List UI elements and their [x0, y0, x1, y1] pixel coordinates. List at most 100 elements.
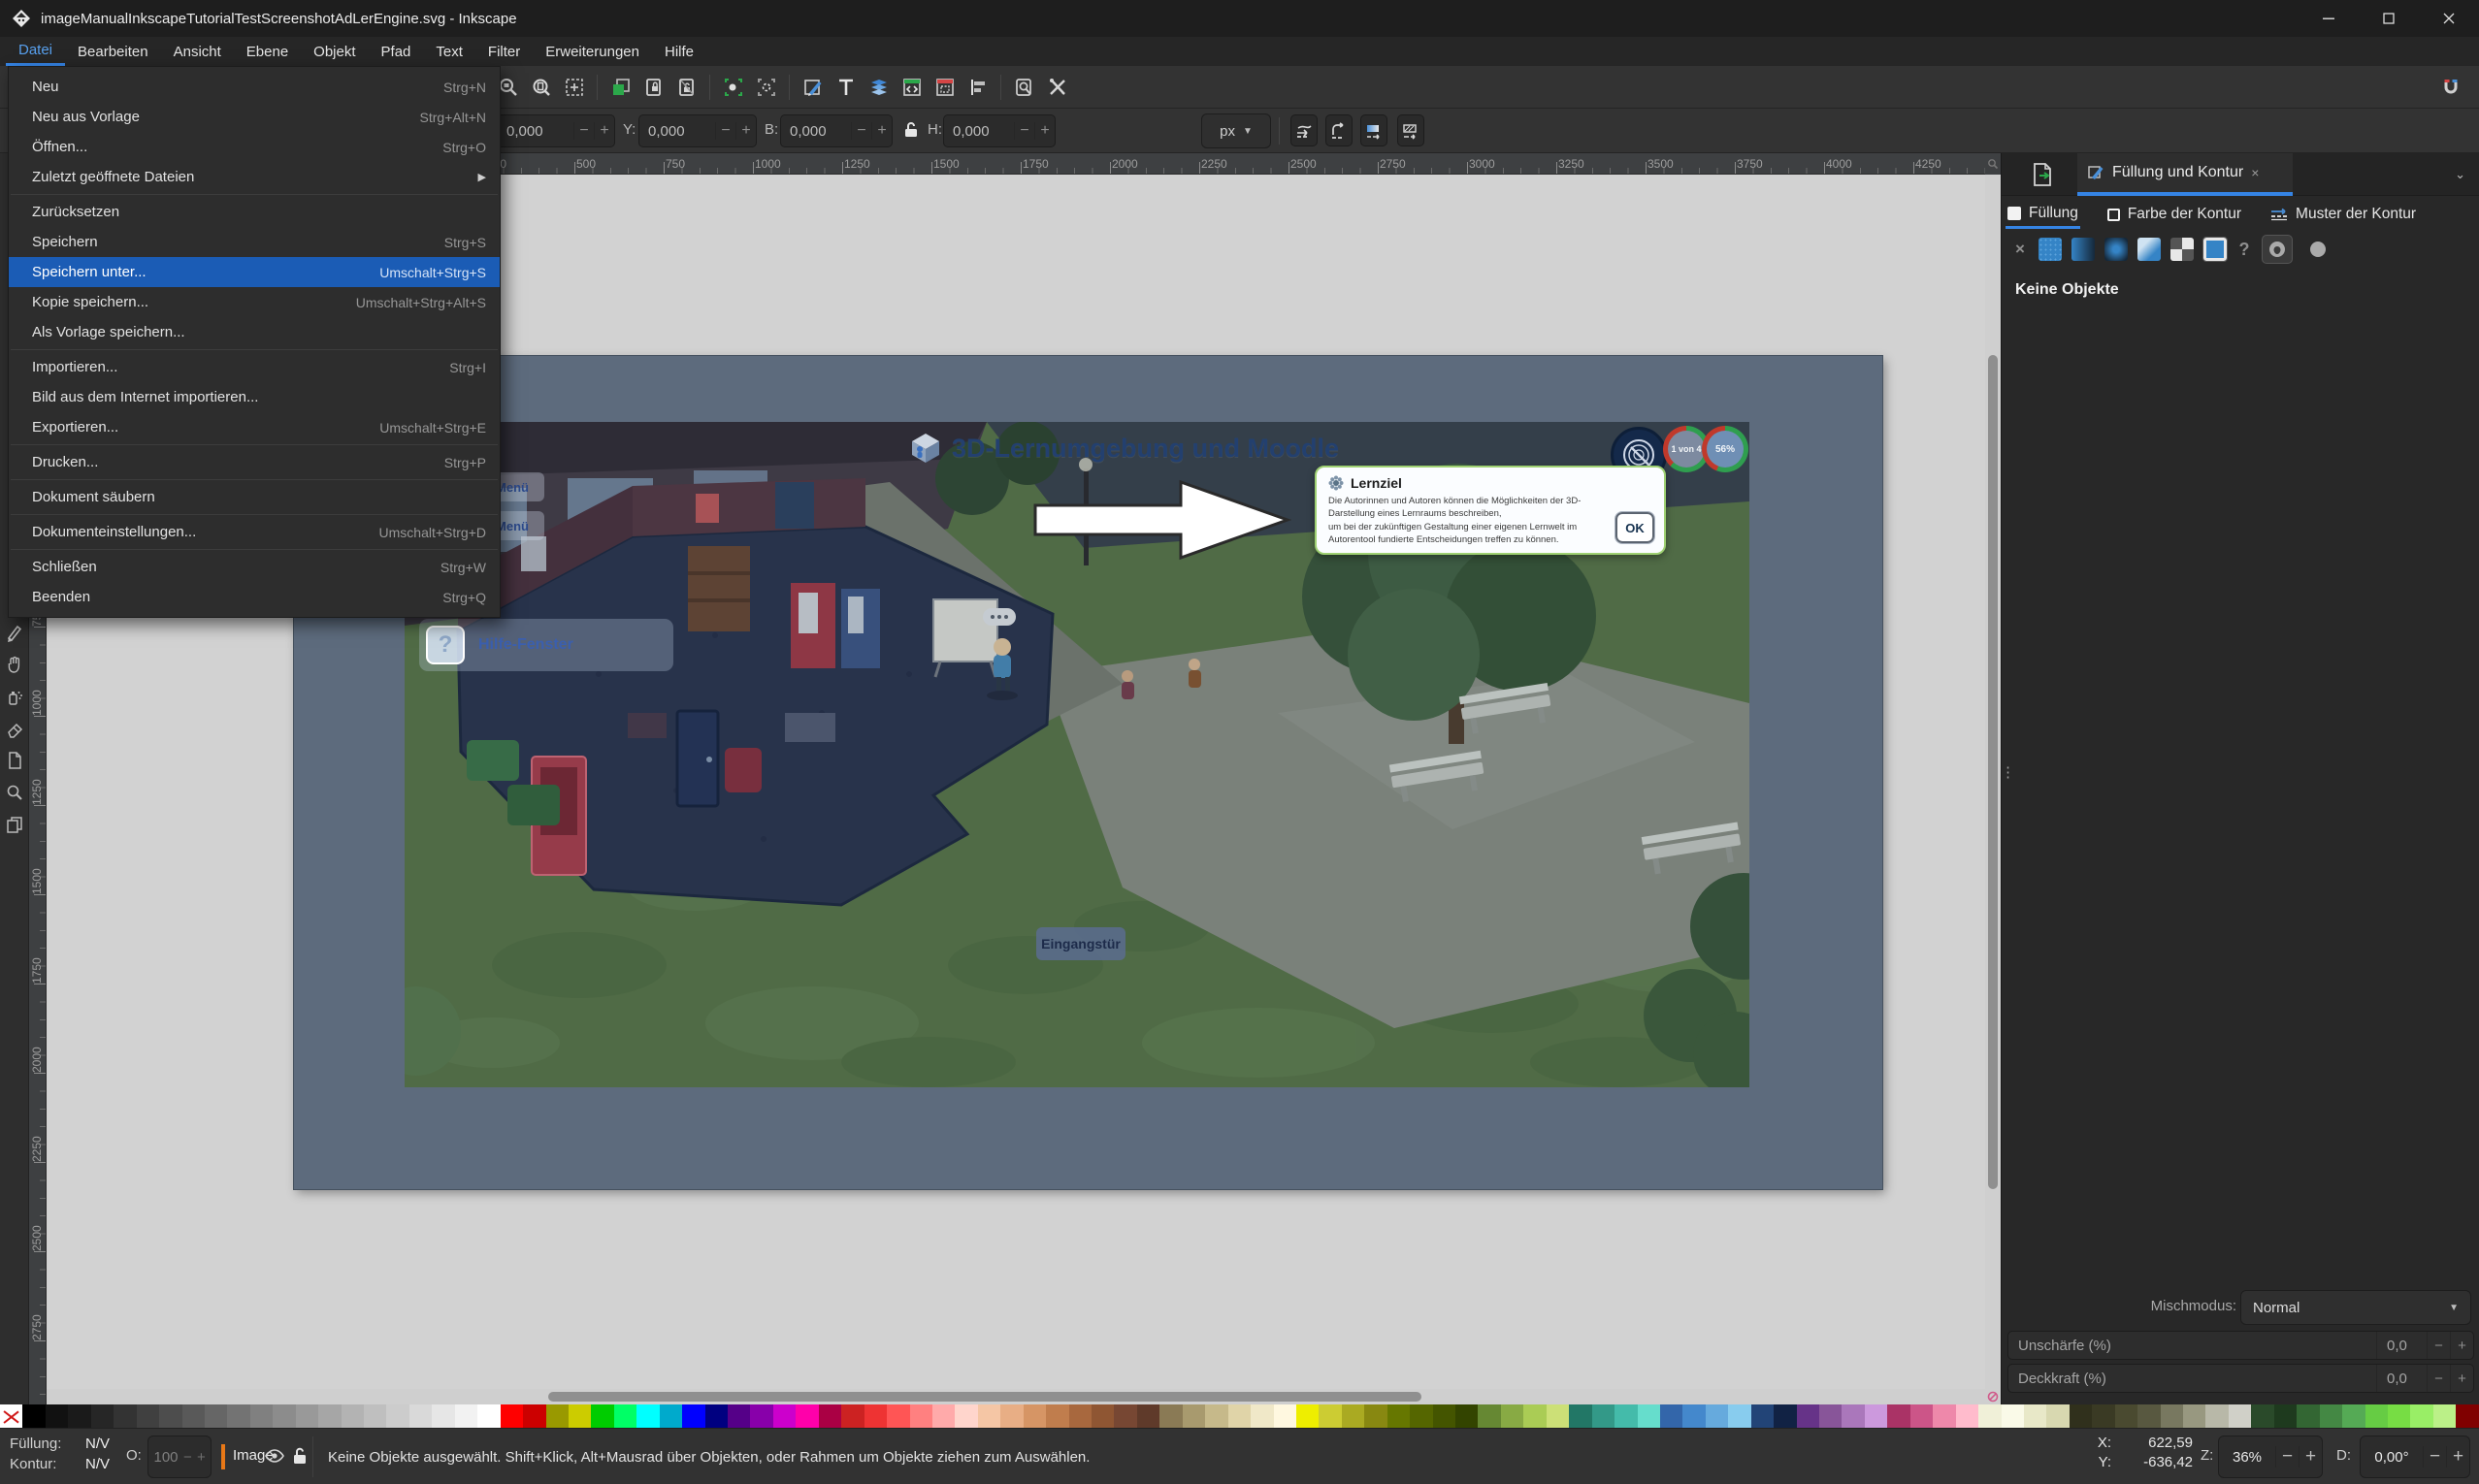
menubar-item-ebene[interactable]: Ebene — [234, 37, 301, 66]
eraser-tool-icon[interactable] — [3, 717, 26, 740]
palette-swatch[interactable] — [22, 1404, 45, 1428]
palette-swatch[interactable] — [705, 1404, 728, 1428]
layer-visibility-icon[interactable] — [264, 1445, 285, 1467]
palette-swatch[interactable] — [68, 1404, 90, 1428]
palette-swatch[interactable] — [114, 1404, 136, 1428]
palette-swatch[interactable] — [841, 1404, 864, 1428]
menubar-item-erweiterungen[interactable]: Erweiterungen — [533, 37, 652, 66]
pattern-icon[interactable] — [2137, 238, 2161, 261]
palette-swatch[interactable] — [386, 1404, 408, 1428]
palette-swatch[interactable] — [227, 1404, 249, 1428]
subtab-farbe-der-kontur[interactable]: Farbe der Kontur — [2105, 202, 2243, 227]
file-menu-item[interactable]: Drucken...Strg+P — [9, 447, 500, 477]
close-button[interactable] — [2419, 0, 2479, 37]
file-menu-item[interactable]: Kopie speichern...Umschalt+Strg+Alt+S — [9, 287, 500, 317]
palette-swatch[interactable] — [1523, 1404, 1546, 1428]
palette-swatch[interactable] — [636, 1404, 659, 1428]
file-menu-item[interactable]: Dokumenteinstellungen...Umschalt+Strg+D — [9, 517, 500, 547]
file-menu-item[interactable]: SchließenStrg+W — [9, 552, 500, 582]
palette-swatch[interactable] — [1547, 1404, 1569, 1428]
menubar-item-filter[interactable]: Filter — [475, 37, 533, 66]
palette-swatch[interactable] — [546, 1404, 569, 1428]
minimize-button[interactable] — [2299, 0, 2359, 37]
palette-swatch[interactable] — [614, 1404, 636, 1428]
palette-swatch[interactable] — [1000, 1404, 1023, 1428]
file-menu-item[interactable]: BeendenStrg+Q — [9, 582, 500, 612]
palette-swatch[interactable] — [773, 1404, 796, 1428]
palette-swatch[interactable] — [2205, 1404, 2228, 1428]
palette-swatch[interactable] — [2297, 1404, 2319, 1428]
dock-splitter-handle[interactable]: ⋮ — [2001, 770, 2015, 776]
file-menu-item[interactable]: Zuletzt geöffnete Dateien▶ — [9, 162, 500, 192]
palette-swatch[interactable] — [2251, 1404, 2273, 1428]
palette-swatch[interactable] — [1205, 1404, 1227, 1428]
subtab-muster-der-kontur[interactable]: Muster der Kontur — [2268, 202, 2418, 227]
palette-swatch[interactable] — [455, 1404, 477, 1428]
horizontal-scrollbar[interactable] — [47, 1389, 1985, 1404]
x-input[interactable]: 0,000−+ — [497, 114, 615, 147]
palette-swatch[interactable] — [1342, 1404, 1364, 1428]
zoom-page-icon[interactable] — [526, 72, 556, 103]
palette-swatch[interactable] — [364, 1404, 386, 1428]
palette-swatch[interactable] — [273, 1404, 295, 1428]
palette-swatch[interactable] — [1159, 1404, 1182, 1428]
unlink-clone-icon[interactable] — [671, 72, 701, 103]
palette-swatch[interactable] — [1751, 1404, 1774, 1428]
fill-stroke-indicator[interactable]: Füllung: N/V Kontur: N/V — [10, 1436, 110, 1472]
palette-swatch[interactable] — [978, 1404, 1000, 1428]
file-menu-item[interactable]: Öffnen...Strg+O — [9, 132, 500, 162]
palette-swatch[interactable] — [2115, 1404, 2137, 1428]
palette-swatch[interactable] — [2410, 1404, 2432, 1428]
palette-swatch[interactable] — [910, 1404, 932, 1428]
palette-swatch[interactable] — [2137, 1404, 2160, 1428]
file-menu-item[interactable]: Speichern unter...Umschalt+Strg+S — [9, 257, 500, 287]
palette-swatch[interactable] — [2456, 1404, 2478, 1428]
blur-slider[interactable]: Unschärfe (%) 0,0 −+ — [2007, 1331, 2474, 1360]
menubar-item-hilfe[interactable]: Hilfe — [652, 37, 706, 66]
palette-swatch[interactable] — [1455, 1404, 1478, 1428]
palette-swatch[interactable] — [1046, 1404, 1068, 1428]
palette-swatch[interactable] — [1410, 1404, 1432, 1428]
palette-none-swatch[interactable] — [0, 1404, 22, 1428]
fill-rule-nonzero-button[interactable] — [2262, 235, 2293, 264]
palette-swatch[interactable] — [750, 1404, 772, 1428]
palette-swatch[interactable] — [2024, 1404, 2046, 1428]
menubar-item-objekt[interactable]: Objekt — [301, 37, 368, 66]
palette-swatch[interactable] — [1092, 1404, 1114, 1428]
snapping-toggle-icon[interactable] — [2435, 72, 2465, 103]
file-menu-item[interactable]: Bild aus dem Internet importieren... — [9, 382, 500, 412]
palette-swatch[interactable] — [1478, 1404, 1500, 1428]
swatch-color-icon[interactable] — [2203, 238, 2227, 261]
palette-swatch[interactable] — [1251, 1404, 1273, 1428]
palette-swatch[interactable] — [1660, 1404, 1682, 1428]
flat-color-icon[interactable] — [2039, 238, 2062, 261]
document-properties-icon[interactable] — [930, 72, 960, 103]
palette-swatch[interactable] — [2183, 1404, 2205, 1428]
subtab-fuellung[interactable]: Füllung — [2006, 201, 2080, 229]
palette-swatch[interactable] — [1933, 1404, 1955, 1428]
palette-swatch[interactable] — [2070, 1404, 2092, 1428]
hand-tool-icon[interactable] — [3, 653, 26, 676]
palette-swatch[interactable] — [91, 1404, 114, 1428]
menubar-item-pfad[interactable]: Pfad — [369, 37, 424, 66]
svg-page[interactable]: 3D-Lernumgebung und Moodle 1 von 4 56% M… — [294, 356, 1882, 1189]
palette-swatch[interactable] — [2342, 1404, 2365, 1428]
layers-dialog-icon[interactable] — [864, 72, 894, 103]
new-dialog-icon[interactable] — [2031, 162, 2054, 187]
palette-swatch[interactable] — [2365, 1404, 2388, 1428]
page-tool-icon[interactable] — [3, 749, 26, 772]
linear-gradient-icon[interactable] — [2071, 238, 2095, 261]
duplicate-icon[interactable] — [605, 72, 636, 103]
palette-swatch[interactable] — [1024, 1404, 1046, 1428]
opacity-slider[interactable]: Deckkraft (%) 0,0 −+ — [2007, 1364, 2474, 1393]
palette-swatch[interactable] — [1797, 1404, 1819, 1428]
palette-swatch[interactable] — [796, 1404, 818, 1428]
y-input[interactable]: 0,000−+ — [638, 114, 757, 147]
palette-swatch[interactable] — [1364, 1404, 1386, 1428]
find-replace-icon[interactable] — [1009, 72, 1039, 103]
menubar-item-bearbeiten[interactable]: Bearbeiten — [65, 37, 161, 66]
vertical-scrollbar[interactable] — [1985, 175, 2001, 1389]
palette-swatch[interactable] — [1819, 1404, 1842, 1428]
rotation-input[interactable]: 0,00°−+ — [2360, 1436, 2470, 1478]
file-menu-item[interactable]: Dokument säubern — [9, 482, 500, 512]
